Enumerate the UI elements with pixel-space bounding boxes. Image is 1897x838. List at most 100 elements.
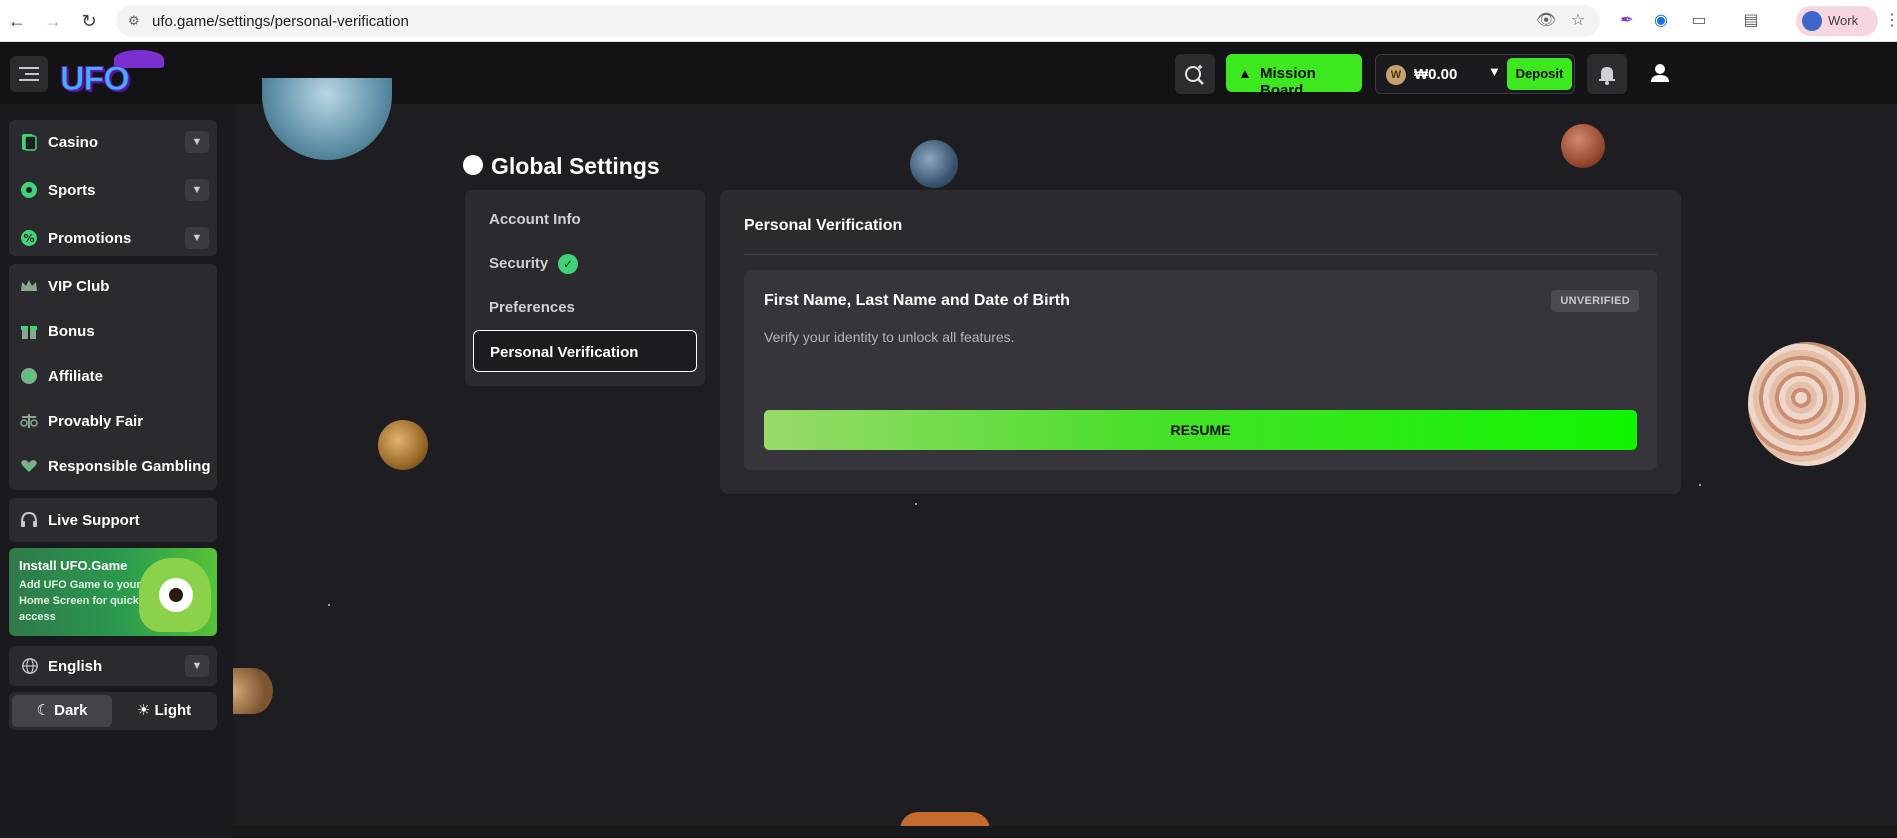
chevron-down-icon[interactable]: ▼	[185, 179, 209, 201]
wallet-balance[interactable]: W ₩0.00 ▼ Deposit	[1375, 54, 1575, 94]
back-icon[interactable]: ←	[6, 10, 28, 32]
affiliate-network-icon	[21, 368, 37, 384]
pen-extension-icon[interactable]: ✒	[1616, 10, 1638, 32]
browser-menu-icon[interactable]: ⋮	[1884, 10, 1897, 30]
sidebar-item-label: Affiliate	[48, 368, 104, 385]
planet-earth-decoration	[910, 140, 958, 188]
verification-card-title: First Name, Last Name and Date of Birth	[764, 292, 1070, 309]
sidebar-item-provably-fair[interactable]: Provably Fair	[9, 399, 217, 443]
verified-check-icon: ✓	[558, 254, 578, 274]
tree-icon: ▲	[1238, 65, 1252, 81]
sidebar-item-sports[interactable]: Sports ▼	[9, 168, 217, 212]
headset-icon	[21, 511, 37, 527]
crown-icon	[21, 280, 37, 291]
sidebar-item-label: Bonus	[48, 323, 95, 340]
deposit-button[interactable]: Deposit	[1507, 58, 1572, 90]
notifications-button[interactable]	[1587, 54, 1627, 94]
sidebar-item-label: Live Support	[48, 512, 140, 529]
side-panel-icon[interactable]: ▤	[1740, 10, 1762, 32]
chevron-down-icon[interactable]: ▼	[185, 227, 209, 249]
install-description: Add UFO Game to your Home Screen for qui…	[19, 579, 141, 623]
sidebar-item-promotions[interactable]: % Promotions ▼	[9, 216, 217, 256]
profile-chip[interactable]: Work	[1796, 6, 1878, 36]
panel-title: Personal Verification	[744, 217, 903, 234]
globe-icon	[22, 658, 38, 674]
page-title: Global Settings	[491, 153, 660, 179]
sidebar-toggle-button[interactable]	[10, 56, 48, 92]
status-badge: UNVERIFIED	[1551, 290, 1639, 312]
sidebar: Casino ▼ Sports ▼ % Promotions ▼ VIP Clu…	[0, 104, 233, 838]
chevron-down-icon[interactable]: ▼	[185, 655, 209, 677]
theme-dark-label: Dark	[54, 702, 88, 719]
sidebar-item-label: VIP Club	[48, 278, 110, 295]
bell-icon	[1599, 67, 1615, 85]
moon-icon: ☾	[36, 702, 50, 719]
eye-off-icon[interactable]: 👁	[1536, 11, 1556, 31]
sun-icon: ☀	[136, 702, 151, 719]
sidebar-item-label: Promotions	[48, 230, 132, 247]
currency-coin-icon: W	[1386, 65, 1406, 85]
star-decoration	[328, 604, 330, 606]
settings-nav-label: Personal Verification	[490, 344, 639, 361]
settings-nav: Account Info Security ✓ Preferences Pers…	[465, 190, 705, 386]
reload-icon[interactable]: ↻	[78, 10, 100, 32]
bookmark-star-icon[interactable]: ☆	[1568, 11, 1588, 31]
site-info-icon[interactable]: ⚙	[128, 13, 144, 29]
settings-nav-label: Account Info	[489, 211, 581, 228]
sidebar-item-affiliate[interactable]: Affiliate	[9, 354, 217, 398]
footer-strip	[233, 826, 1897, 838]
search-button[interactable]	[1175, 54, 1215, 94]
gift-icon	[21, 326, 37, 339]
search-icon	[1185, 65, 1204, 85]
percent-badge-icon: %	[21, 230, 37, 246]
sidebar-item-casino[interactable]: Casino ▼	[9, 120, 217, 164]
sidebar-item-responsible-gambling[interactable]: Responsible Gambling	[9, 444, 217, 488]
address-bar[interactable]: ⚙ ufo.game/settings/personal-verificatio…	[116, 5, 1600, 37]
chevron-down-icon[interactable]: ▼	[185, 131, 209, 153]
browser-toolbar: ← → ↻ ⚙ ufo.game/settings/personal-verif…	[0, 0, 1897, 42]
language-selector[interactable]: English ▼	[9, 646, 217, 686]
profile-label: Work	[1828, 13, 1859, 28]
divider	[744, 254, 1657, 255]
mission-board-button[interactable]: ▲ Mission Board	[1226, 54, 1362, 99]
profile-avatar	[1802, 11, 1822, 31]
casino-cards-icon	[22, 134, 37, 151]
theme-light-button[interactable]: ☀ Light	[114, 695, 214, 727]
settings-nav-personal-verification[interactable]: Personal Verification	[473, 330, 697, 372]
personal-verification-panel: Personal Verification First Name, Last N…	[720, 190, 1681, 494]
star-decoration	[915, 503, 917, 505]
sidebar-item-label: Provably Fair	[48, 413, 144, 430]
theme-light-label: Light	[154, 702, 192, 719]
caret-down-icon[interactable]: ▼	[1488, 64, 1501, 79]
settings-nav-account-info[interactable]: Account Info	[473, 198, 697, 240]
forward-icon[interactable]: →	[42, 10, 64, 32]
url-text[interactable]: ufo.game/settings/personal-verification	[152, 13, 409, 30]
password-extension-icon[interactable]: ◉	[1650, 10, 1672, 32]
sidebar-item-bonus[interactable]: Bonus	[9, 309, 217, 353]
planet-jupiter-decoration	[1748, 342, 1866, 466]
settings-nav-preferences[interactable]: Preferences	[473, 286, 697, 328]
extensions-puzzle-icon[interactable]: ▭	[1688, 10, 1710, 32]
sidebar-item-live-support[interactable]: Live Support	[9, 498, 217, 542]
planet-orange-decoration	[378, 420, 428, 470]
theme-dark-button[interactable]: ☾ Dark	[12, 695, 112, 727]
user-account-button[interactable]	[1640, 54, 1680, 94]
verification-card: First Name, Last Name and Date of Birth …	[744, 270, 1657, 470]
settings-nav-security[interactable]: Security ✓	[473, 242, 697, 284]
install-app-banner[interactable]: Install UFO.Game Add UFO Game to your Ho…	[9, 548, 217, 636]
sidebar-group-main: Casino ▼ Sports ▼ % Promotions ▼	[9, 120, 217, 256]
mission-board-label: Mission Board	[1260, 65, 1316, 99]
site-logo[interactable]: UFO GAME	[58, 50, 208, 138]
planet-blue-decoration	[262, 78, 392, 160]
resume-button[interactable]: RESUME	[764, 410, 1637, 450]
sidebar-item-label: Sports	[48, 182, 96, 199]
heart-hand-icon	[21, 460, 37, 472]
sidebar-item-label: Casino	[48, 134, 99, 151]
sidebar-item-label: Responsible Gambling	[48, 458, 211, 475]
soccer-ball-icon	[21, 182, 37, 198]
planet-saturn-decoration	[233, 668, 273, 714]
settings-nav-label: Preferences	[489, 299, 575, 316]
theme-toggle: ☾ Dark ☀ Light	[9, 692, 217, 730]
user-icon	[1651, 64, 1669, 82]
sidebar-item-vip-club[interactable]: VIP Club	[9, 264, 217, 308]
